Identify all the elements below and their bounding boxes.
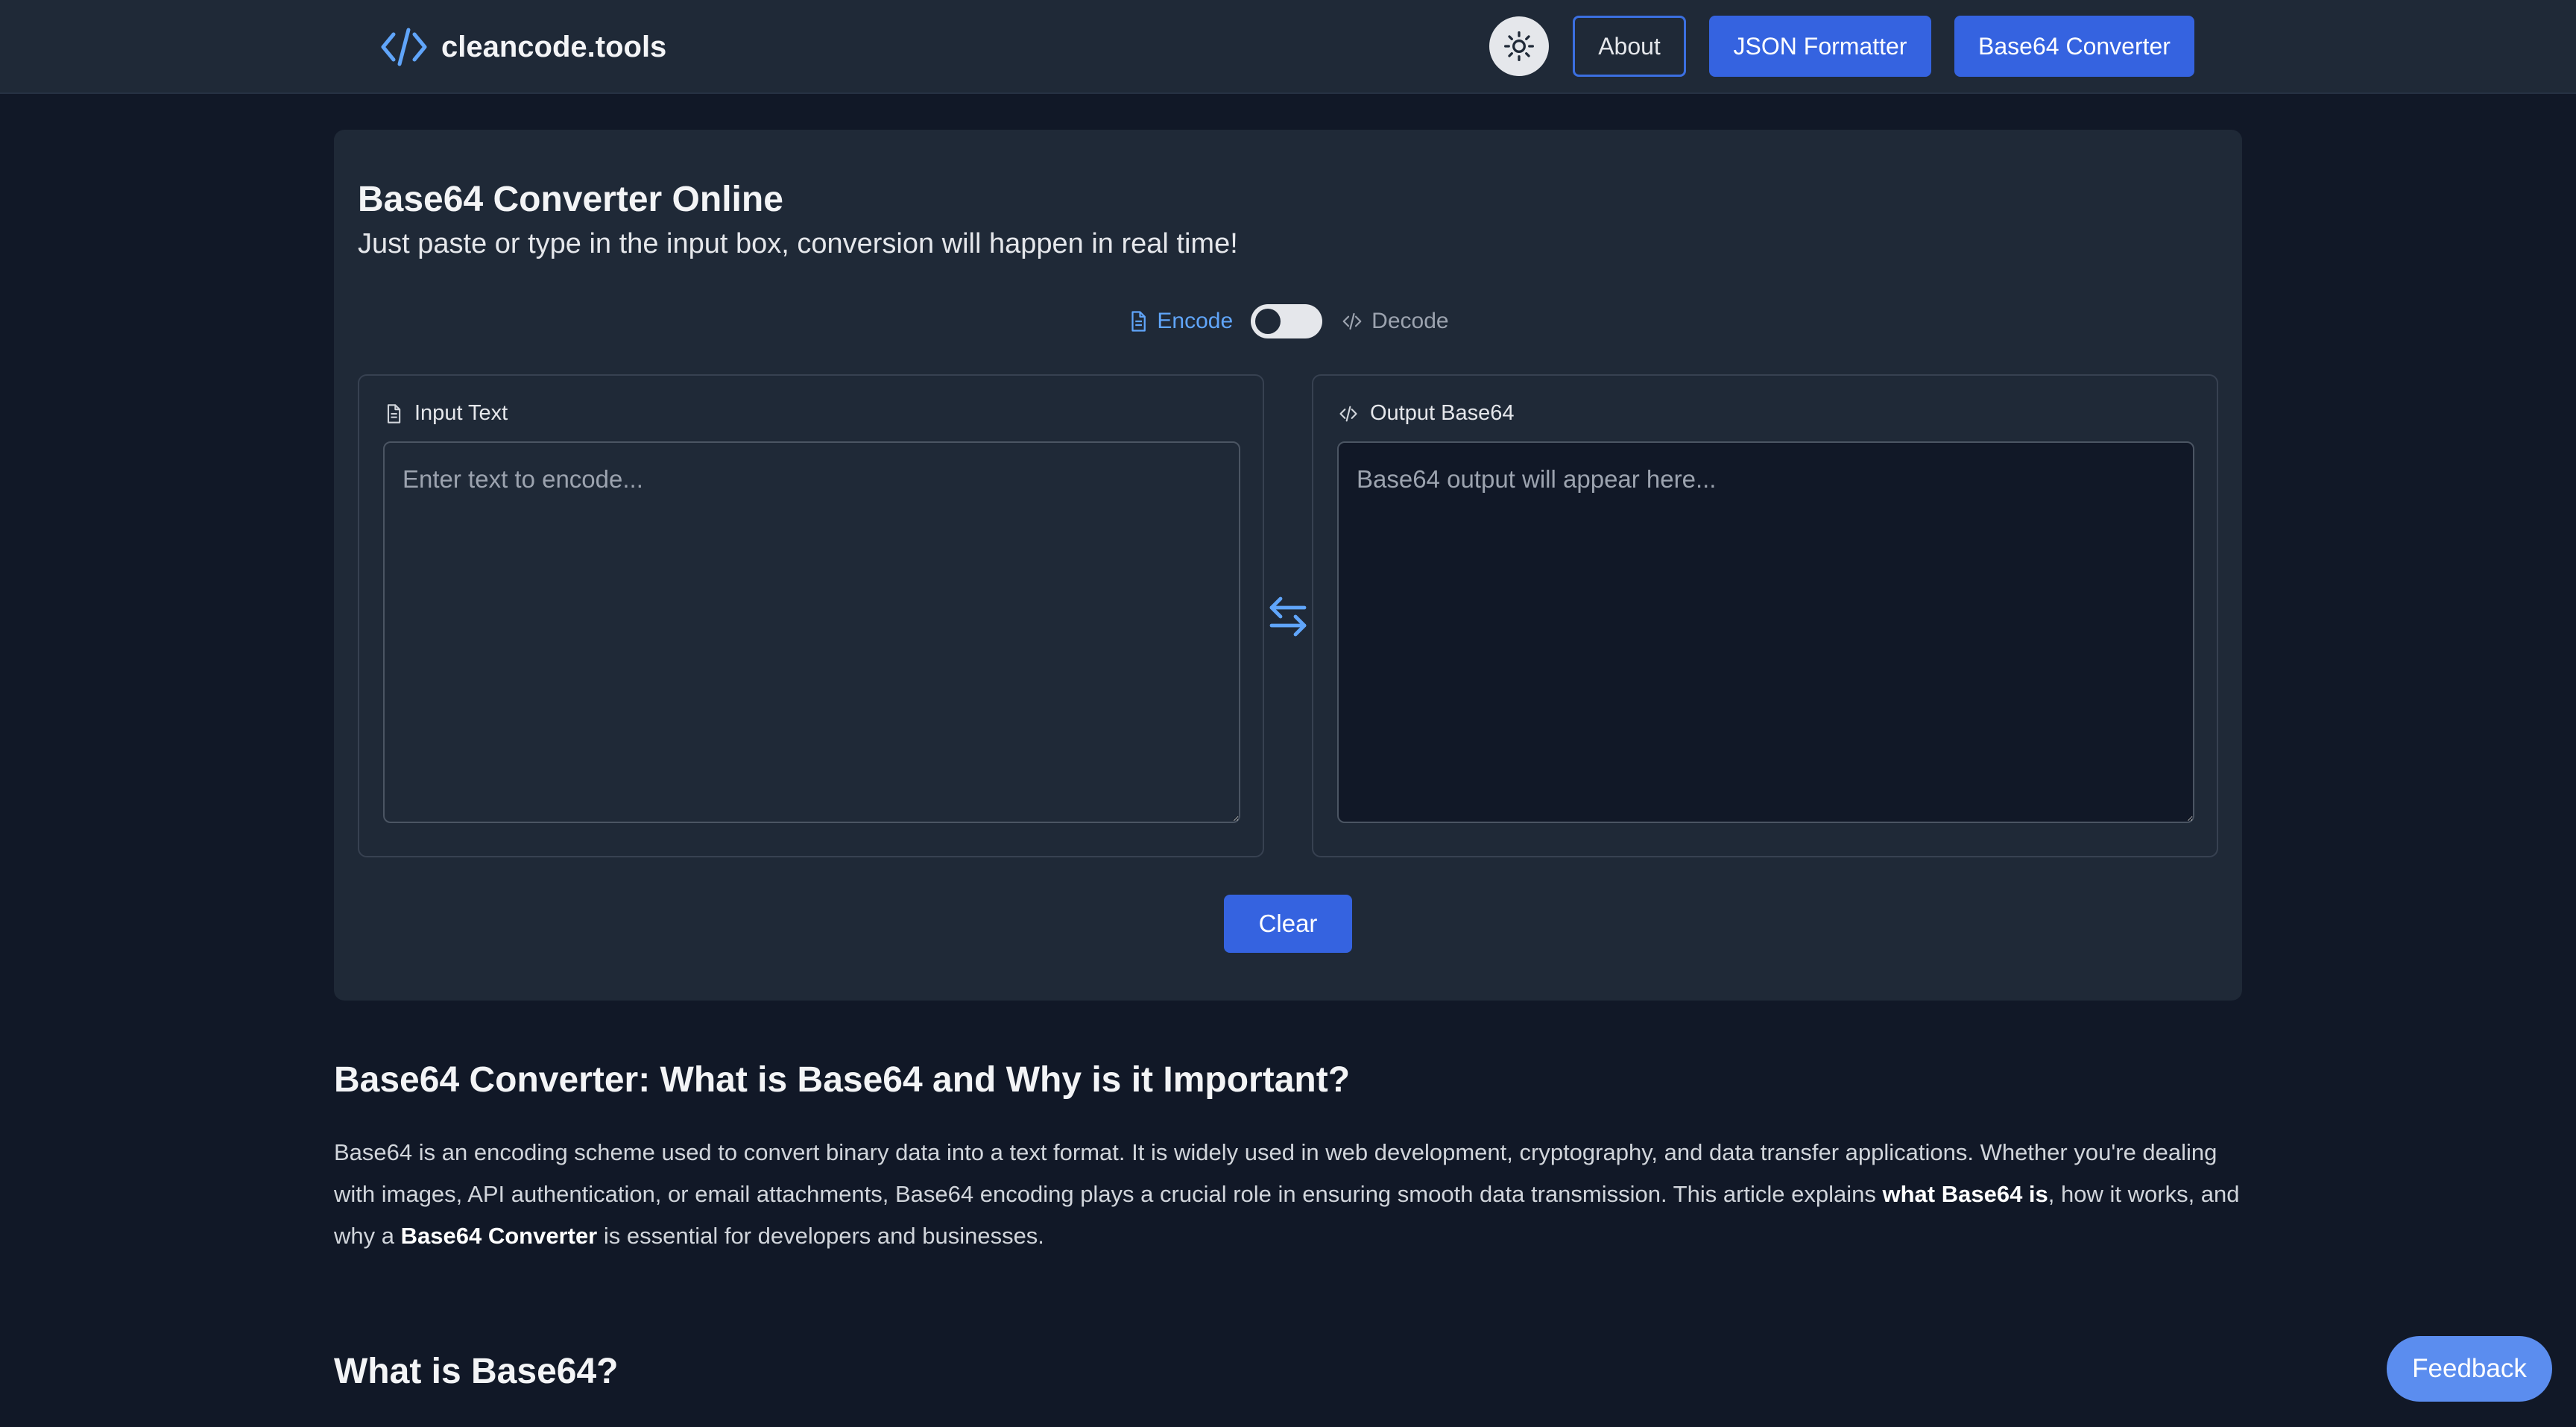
mode-switch-row: Encode Decode bbox=[334, 301, 2242, 341]
paragraph-bold-text: Base64 Converter bbox=[400, 1222, 598, 1249]
article-heading: Base64 Converter: What is Base64 and Why… bbox=[334, 1060, 1351, 1100]
output-panel: Output Base64 bbox=[1312, 374, 2218, 857]
code-icon bbox=[1339, 406, 1357, 421]
clear-button[interactable]: Clear bbox=[1224, 895, 1352, 953]
json-formatter-button[interactable]: JSON Formatter bbox=[1709, 16, 1931, 77]
document-icon bbox=[1131, 311, 1146, 332]
input-panel: Input Text bbox=[358, 374, 1264, 857]
article-subheading: What is Base64? bbox=[334, 1352, 619, 1391]
paragraph-bold-text: what Base64 is bbox=[1882, 1180, 2048, 1207]
top-navbar: cleancode.tools About JSON Formatter Bas… bbox=[0, 0, 2576, 94]
document-icon bbox=[387, 403, 401, 423]
output-label-text: Output Base64 bbox=[1370, 401, 1515, 425]
page-subtitle: Just paste or type in the input box, con… bbox=[358, 228, 1238, 259]
output-textarea[interactable] bbox=[1337, 441, 2194, 823]
article-section: Base64 Converter: What is Base64 and Why… bbox=[334, 1059, 2242, 1257]
encode-decode-toggle[interactable] bbox=[1251, 304, 1323, 338]
output-panel-label: Output Base64 bbox=[1337, 401, 1514, 426]
decode-label: Decode bbox=[1371, 309, 1449, 333]
toggle-knob bbox=[1255, 309, 1281, 334]
about-button[interactable]: About bbox=[1573, 16, 1686, 77]
swap-arrows-icon[interactable] bbox=[1266, 590, 1310, 643]
input-label-text: Input Text bbox=[414, 401, 508, 425]
encode-label: Encode bbox=[1157, 309, 1234, 333]
theme-toggle-button[interactable] bbox=[1489, 16, 1549, 76]
converter-card: Base64 Converter Online Just paste or ty… bbox=[334, 130, 2242, 1001]
decode-mode-label[interactable]: Decode bbox=[1340, 309, 1449, 334]
brand-name: cleancode.tools bbox=[441, 30, 667, 63]
code-icon bbox=[1342, 312, 1362, 330]
brand-logo[interactable]: cleancode.tools bbox=[380, 24, 666, 70]
input-textarea[interactable] bbox=[383, 441, 1240, 823]
feedback-button[interactable]: Feedback bbox=[2387, 1336, 2552, 1402]
code-brackets-icon bbox=[381, 28, 427, 66]
paragraph-text: is essential for developers and business… bbox=[597, 1222, 1044, 1249]
page-title: Base64 Converter Online bbox=[358, 180, 783, 219]
input-panel-label: Input Text bbox=[383, 401, 508, 426]
encode-mode-label[interactable]: Encode bbox=[1127, 309, 1233, 334]
sun-icon bbox=[1504, 31, 1534, 61]
base64-converter-button[interactable]: Base64 Converter bbox=[1954, 16, 2194, 77]
article-paragraph: Base64 is an encoding scheme used to con… bbox=[334, 1132, 2242, 1257]
